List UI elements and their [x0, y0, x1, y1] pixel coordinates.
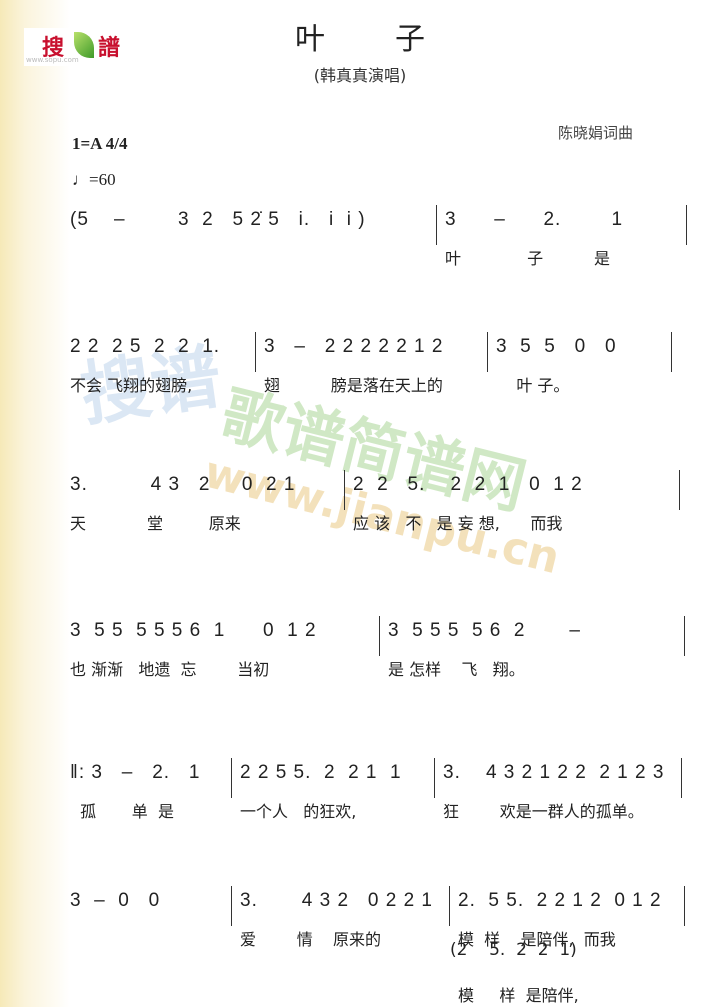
measure: 2 2 2 5 2 2 1. 不会 飞翔的翅膀,	[62, 332, 256, 395]
measure: (5 –	[62, 205, 170, 245]
measure-notes: 3 5 5 5 5 5 6 1 0 1 2	[70, 620, 317, 641]
measure-lyrics: 翅 膀是落在天上的	[264, 376, 443, 395]
key-signature: 1=A 4/4	[72, 134, 128, 153]
measure-notes: 3 2 5 2̇ 5 i. i i )	[178, 209, 366, 230]
measure: 3 – 0 0	[62, 886, 232, 926]
measure: ‖: 3 – 2. 1 孤 单 是	[62, 758, 232, 821]
measure-lyrics: 一个人 的狂欢,	[240, 802, 357, 821]
measure-notes: 2. 5 5. 2 2 1 2 0 1 2	[458, 890, 662, 911]
measure: 3. 4 3 2 1 2 2 2 1 2 3 狂 欢是一群人的孤单。	[435, 758, 682, 821]
song-subtitle: (韩真真演唱)	[313, 66, 407, 85]
measure-lyrics: 天 堂 原来	[70, 514, 241, 533]
measure: 3 – 2. 1 叶 子 是	[437, 205, 687, 268]
measure-notes: 3 5 5 5 5 6 2 –	[388, 620, 581, 641]
composer: 陈晓娟词曲	[558, 124, 634, 142]
measure: 3 2 5 2̇ 5 i. i i )	[170, 205, 437, 245]
measure-lyrics: 也 渐渐 地遗 忘 当初	[70, 660, 270, 679]
measure: 3. 4 3 2 0 2 2 1 爱 情 原来的	[232, 886, 450, 949]
score-row: 3 5 5 5 5 5 6 1 0 1 2也 渐渐 地遗 忘 当初 3 5 5 5…	[62, 616, 687, 679]
measure-notes: ‖: 3 – 2. 1	[70, 762, 201, 783]
measure: 3 5 5 5 5 5 6 1 0 1 2 也 渐渐 地遗 忘 当初	[62, 616, 380, 679]
measure-notes: 2 2 5 5. 2 2 1 1	[240, 762, 402, 783]
measure-lyrics: 应 该 不 是 妄 想, 而我	[353, 514, 563, 533]
score-row: 3. 4 3 2 0 2 1 天 堂 原来 2 2 5. 2 2 1 0 1 2 应 …	[62, 470, 687, 533]
score-row: ‖: 3 – 2. 1 孤 单 是 2 2 5 5. 2 2 1 1 一个人 的狂欢…	[62, 758, 687, 821]
alt-notes: (2 5. 2 2 1)	[450, 940, 577, 960]
measure-notes: 3. 4 3 2 0 2 2 1	[240, 890, 433, 911]
measure-notes: 3 – 2 2 2 2 2 1 2	[264, 336, 444, 357]
measure-notes: 2 2 5. 2 2 1 0 1 2	[353, 474, 583, 495]
measure: 3 – 2 2 2 2 2 1 2 翅 膀是落在天上的	[256, 332, 488, 395]
measure-notes: 3 – 0 0	[70, 890, 161, 911]
measure-lyrics: 爱 情 原来的	[240, 930, 382, 949]
measure-notes: 2 2 2 5 2 2 1.	[70, 336, 221, 357]
measure-notes: 3 – 2. 1	[445, 209, 624, 230]
measure: 2 2 5 5. 2 2 1 1 一个人 的狂欢,	[232, 758, 435, 821]
measure: 3. 4 3 2 0 2 1 天 堂 原来	[62, 470, 345, 533]
measure-notes: 3 5 5 0 0	[496, 336, 617, 357]
song-title: 叶子	[295, 22, 495, 57]
measure: 2 2 5. 2 2 1 0 1 2 应 该 不 是 妄 想, 而我	[345, 470, 680, 533]
measure: 2. 5 5. 2 2 1 2 0 1 2模 样 是陪伴, 而我	[450, 886, 685, 949]
measure-notes: 3. 4 3 2 1 2 2 2 1 2 3	[443, 762, 665, 783]
score-row: 2 2 2 5 2 2 1. 不会 飞翔的翅膀, 3 – 2 2 2 2 2 1 2…	[62, 332, 687, 395]
score-row: 3 – 0 0 3. 4 3 2 0 2 2 1 爱 情 原来的 2. 5 5. 2 …	[62, 886, 687, 949]
measure-lyrics: 叶 子 是	[445, 249, 610, 268]
measure-lyrics: 孤 单 是	[70, 802, 174, 821]
measure-lyrics: 是 怎样 飞 翔。	[388, 660, 525, 679]
measure-lyrics: 狂 欢是一群人的孤单。	[443, 802, 644, 821]
measure: 3 5 5 5 5 6 2 – 是 怎样 飞 翔。	[380, 616, 685, 679]
measure-notes: (5 –	[70, 209, 126, 230]
alt-lyrics: 模 样 是陪伴,	[458, 986, 579, 1005]
measure-notes: 3. 4 3 2 0 2 1	[70, 474, 296, 495]
measure-lyrics: 不会 飞翔的翅膀,	[70, 376, 193, 395]
measure: 3 5 5 0 0 叶 子。	[488, 332, 672, 395]
measure-lyrics: 叶 子。	[496, 376, 570, 395]
score-row: (5 – 3 2 5 2̇ 5 i. i i ) 3 – 2. 1 叶 子 是	[62, 205, 687, 268]
tempo-mark: ♩=60	[72, 170, 116, 189]
